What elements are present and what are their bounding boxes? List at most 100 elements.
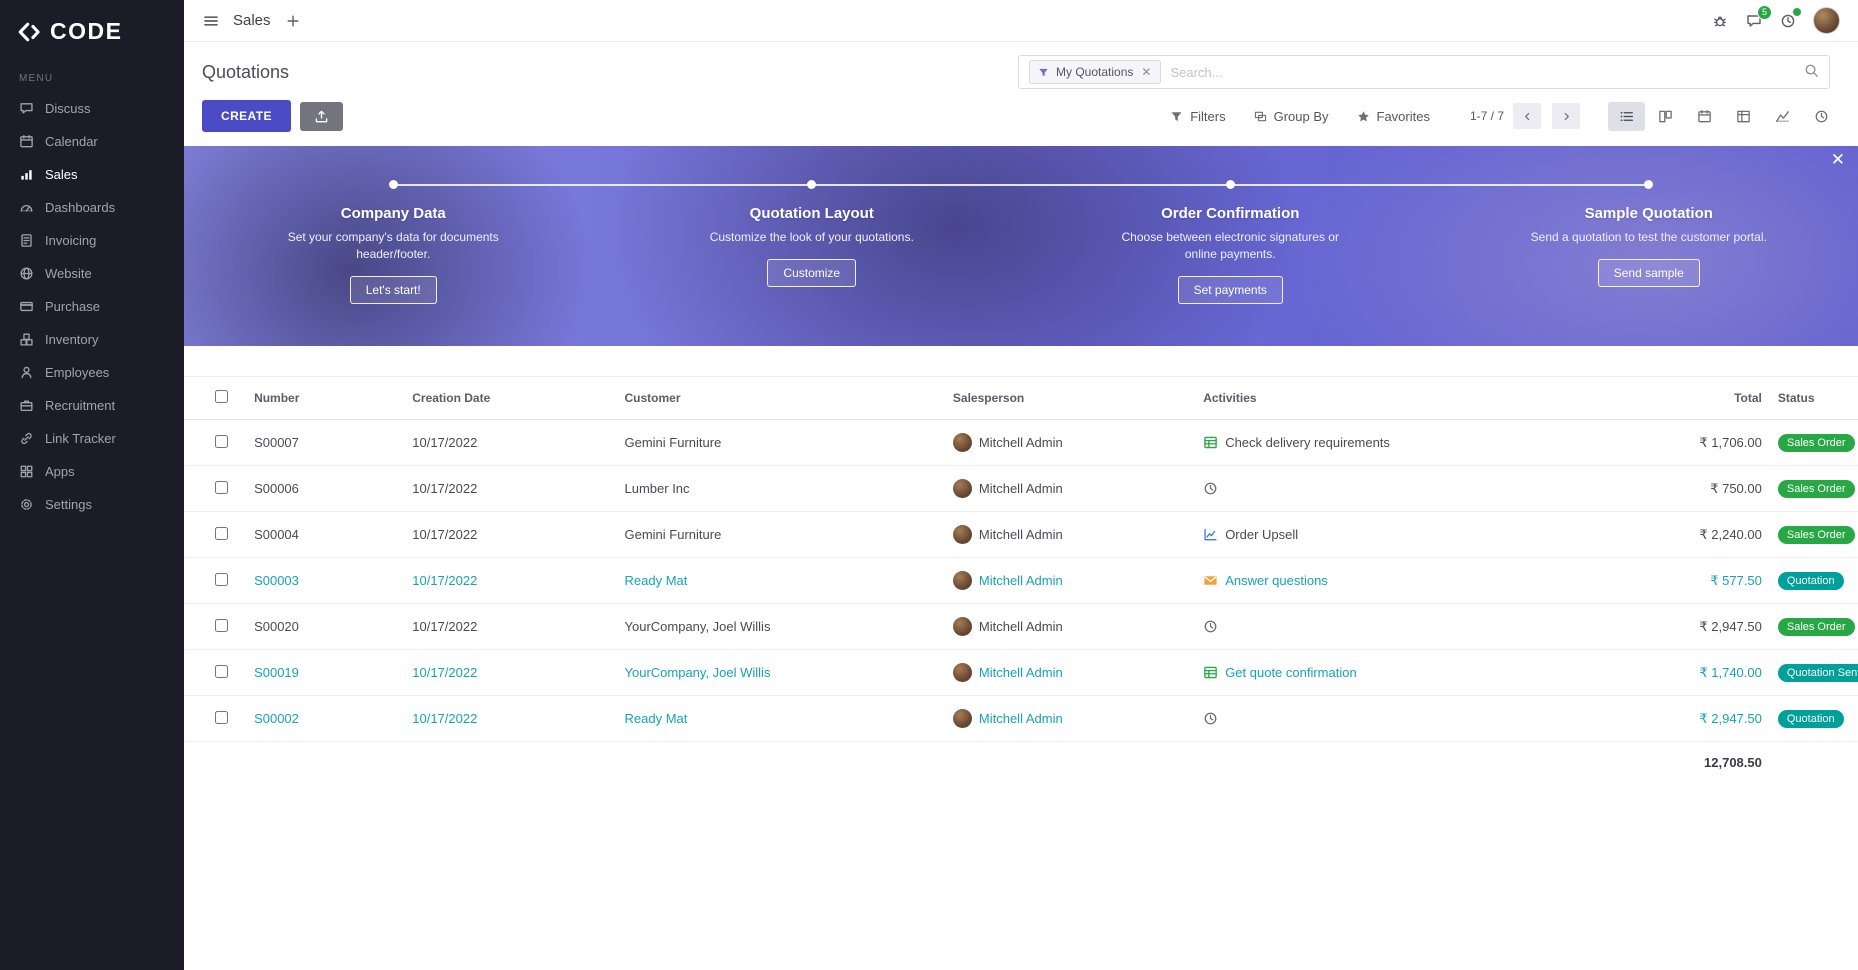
cell-activities[interactable] xyxy=(1197,604,1581,650)
search-button[interactable] xyxy=(1804,63,1819,81)
cell-activities[interactable] xyxy=(1197,466,1581,512)
column-header-status[interactable]: Status xyxy=(1772,377,1858,420)
cell-activities[interactable]: Order Upsell xyxy=(1197,512,1581,558)
table-row[interactable]: S00004 10/17/2022 Gemini Furniture Mitch… xyxy=(184,512,1858,558)
column-header-creation-date[interactable]: Creation Date xyxy=(406,377,618,420)
cell-total: ₹ 2,947.50 xyxy=(1582,696,1772,742)
step-title: Quotation Layout xyxy=(750,205,874,222)
sidebar-item-settings[interactable]: Settings xyxy=(0,488,184,521)
messages-button[interactable]: 5 xyxy=(1745,12,1763,30)
column-header-number[interactable]: Number xyxy=(248,377,406,420)
onboarding-step: Quotation Layout Customize the look of y… xyxy=(603,176,1022,346)
quotation-table-body: S00007 10/17/2022 Gemini Furniture Mitch… xyxy=(184,420,1858,742)
cell-status: Quotation xyxy=(1772,558,1858,604)
pager-next-button[interactable] xyxy=(1552,103,1580,129)
cell-number: S00007 xyxy=(248,420,406,466)
sidebar-item-discuss[interactable]: Discuss xyxy=(0,92,184,125)
cell-activities[interactable]: Answer questions xyxy=(1197,558,1581,604)
cell-customer: Ready Mat xyxy=(619,558,947,604)
list-view-button[interactable] xyxy=(1608,102,1645,131)
onboarding-step: Sample Quotation Send a quotation to tes… xyxy=(1440,176,1858,346)
cell-salesperson: Mitchell Admin xyxy=(947,512,1197,558)
cell-activities[interactable]: Check delivery requirements xyxy=(1197,420,1581,466)
create-button[interactable]: CREATE xyxy=(202,100,291,132)
sidebar-item-website[interactable]: Website xyxy=(0,257,184,290)
kanban-view-button[interactable] xyxy=(1647,102,1684,131)
row-checkbox[interactable] xyxy=(215,619,228,632)
activity-view-button[interactable] xyxy=(1803,102,1840,131)
row-checkbox[interactable] xyxy=(215,573,228,586)
cell-activities[interactable] xyxy=(1197,696,1581,742)
activities-button[interactable] xyxy=(1779,12,1797,30)
pivot-view-button[interactable] xyxy=(1725,102,1762,131)
cell-status: Sales Order xyxy=(1772,512,1858,558)
step-action-button[interactable]: Set payments xyxy=(1178,276,1283,304)
row-checkbox[interactable] xyxy=(215,711,228,724)
status-badge: Sales Order xyxy=(1778,618,1855,636)
table-row[interactable]: S00002 10/17/2022 Ready Mat Mitchell Adm… xyxy=(184,696,1858,742)
select-all-checkbox[interactable] xyxy=(215,390,228,403)
salesperson-avatar xyxy=(953,663,972,682)
quotation-table: Number Creation Date Customer Salesperso… xyxy=(184,376,1858,783)
table-row[interactable]: S00006 10/17/2022 Lumber Inc Mitchell Ad… xyxy=(184,466,1858,512)
table-row[interactable]: S00003 10/17/2022 Ready Mat Mitchell Adm… xyxy=(184,558,1858,604)
step-description: Set your company's data for documents he… xyxy=(271,229,516,263)
sidebar-item-dashboards[interactable]: Dashboards xyxy=(0,191,184,224)
inventory-icon xyxy=(19,332,34,347)
favorites-button[interactable]: Favorites xyxy=(1357,109,1430,124)
group-by-button[interactable]: Group By xyxy=(1254,109,1329,124)
import-button[interactable] xyxy=(300,102,343,131)
banner-close-button[interactable]: ✕ xyxy=(1831,151,1845,168)
search-input[interactable] xyxy=(1170,65,1795,80)
cell-number: S00002 xyxy=(248,696,406,742)
page-title: Quotations xyxy=(202,62,289,83)
cell-creation-date: 10/17/2022 xyxy=(406,420,618,466)
sidebar-item-employees[interactable]: Employees xyxy=(0,356,184,389)
step-action-button[interactable]: Customize xyxy=(767,259,856,287)
column-header-total[interactable]: Total xyxy=(1582,377,1772,420)
pager-previous-button[interactable] xyxy=(1513,103,1541,129)
table-row[interactable]: S00020 10/17/2022 YourCompany, Joel Will… xyxy=(184,604,1858,650)
step-action-button[interactable]: Send sample xyxy=(1598,259,1700,287)
debug-button[interactable] xyxy=(1711,12,1729,30)
main-area: Sales 5 Quotations xyxy=(184,0,1858,970)
settings-icon xyxy=(19,497,34,512)
add-tab-button[interactable] xyxy=(284,12,302,30)
sidebar-item-invoicing[interactable]: Invoicing xyxy=(0,224,184,257)
activities-badge xyxy=(1792,7,1802,17)
sidebar-item-sales[interactable]: Sales xyxy=(0,158,184,191)
table-row[interactable]: S00019 10/17/2022 YourCompany, Joel Will… xyxy=(184,650,1858,696)
search-facet[interactable]: My Quotations ✕ xyxy=(1029,60,1161,84)
salesperson-avatar xyxy=(953,433,972,452)
sidebar-item-calendar[interactable]: Calendar xyxy=(0,125,184,158)
row-checkbox[interactable] xyxy=(215,527,228,540)
table-header-row: Number Creation Date Customer Salesperso… xyxy=(184,377,1858,420)
column-header-salesperson[interactable]: Salesperson xyxy=(947,377,1197,420)
column-header-activities[interactable]: Activities xyxy=(1197,377,1581,420)
sidebar-item-purchase[interactable]: Purchase xyxy=(0,290,184,323)
table-row[interactable]: S00007 10/17/2022 Gemini Furniture Mitch… xyxy=(184,420,1858,466)
search-bar[interactable]: My Quotations ✕ xyxy=(1018,55,1830,89)
sidebar-item-link-tracker[interactable]: Link Tracker xyxy=(0,422,184,455)
sidebar-item-label: Calendar xyxy=(45,134,98,149)
cell-activities[interactable]: Get quote confirmation xyxy=(1197,650,1581,696)
facet-remove-button[interactable]: ✕ xyxy=(1140,66,1152,78)
hamburger-button[interactable] xyxy=(202,12,220,30)
app-logo[interactable]: CODE xyxy=(0,0,184,57)
sidebar-item-recruitment[interactable]: Recruitment xyxy=(0,389,184,422)
row-checkbox[interactable] xyxy=(215,435,228,448)
column-header-customer[interactable]: Customer xyxy=(619,377,947,420)
user-avatar[interactable] xyxy=(1813,7,1840,34)
calendar-view-button[interactable] xyxy=(1686,102,1723,131)
step-action-button[interactable]: Let's start! xyxy=(350,276,437,304)
sidebar-item-apps[interactable]: Apps xyxy=(0,455,184,488)
row-checkbox[interactable] xyxy=(215,665,228,678)
cell-status: Quotation Sent xyxy=(1772,650,1858,696)
table-footer-row: 12,708.50 xyxy=(184,742,1858,784)
sidebar-item-inventory[interactable]: Inventory xyxy=(0,323,184,356)
row-checkbox[interactable] xyxy=(215,481,228,494)
bug-icon xyxy=(1712,13,1728,29)
cell-total: ₹ 750.00 xyxy=(1582,466,1772,512)
filters-button[interactable]: Filters xyxy=(1170,109,1225,124)
graph-view-button[interactable] xyxy=(1764,102,1801,131)
